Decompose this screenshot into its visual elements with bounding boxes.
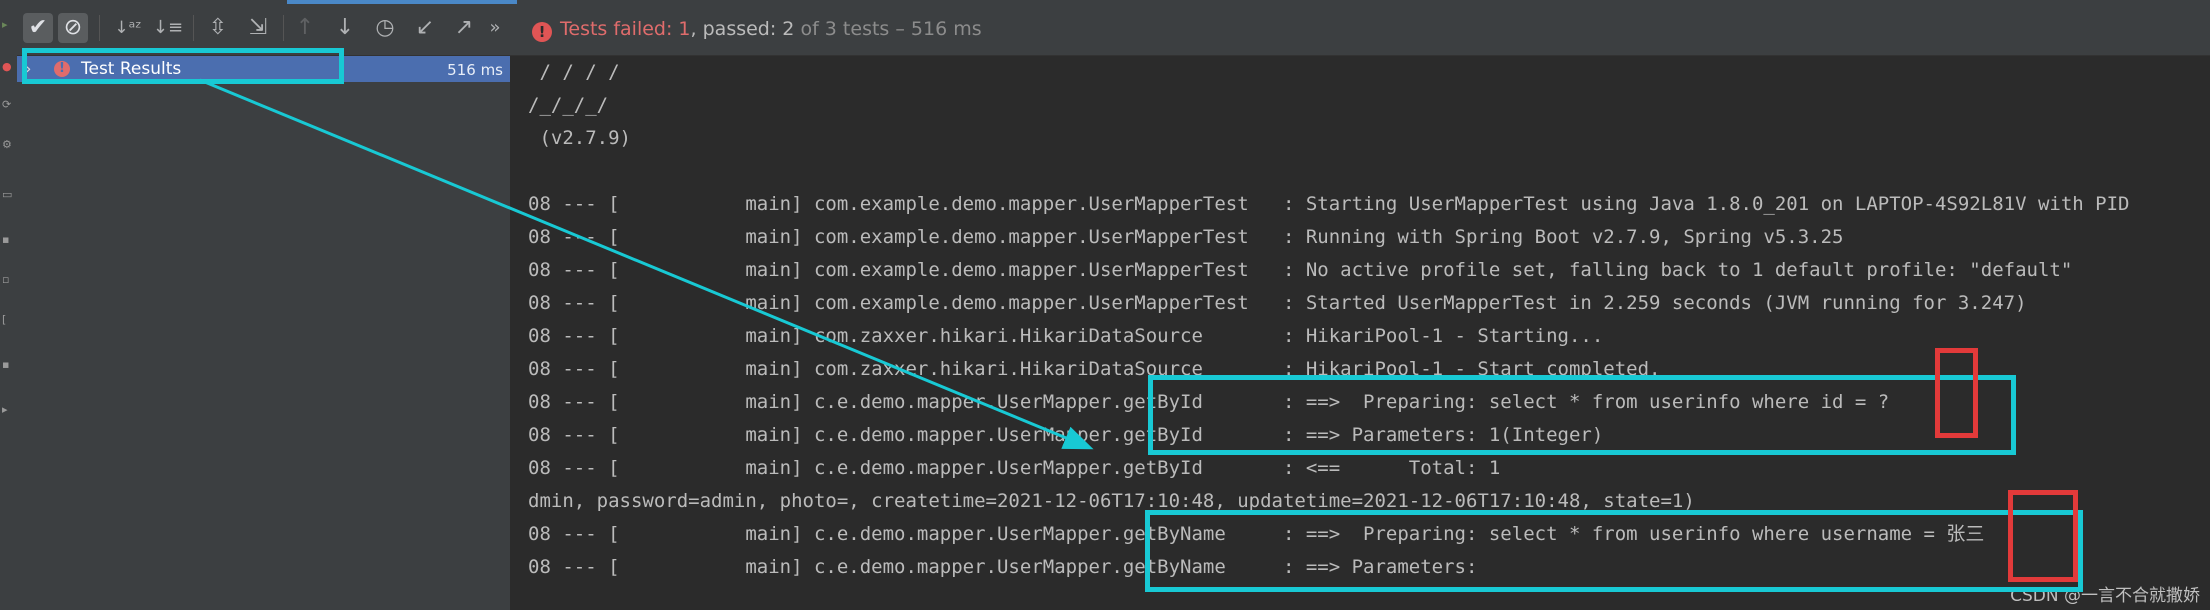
test-results-tree: › ! Test Results 516 ms bbox=[17, 56, 511, 610]
sort-alphabetically-button[interactable]: ↓ᵃᶻ bbox=[113, 13, 143, 43]
watermark: CSDN @一言不合就撒娇 bbox=[2010, 586, 2200, 606]
console-line: 08 --- [ main] com.example.demo.mapper.U… bbox=[528, 259, 2073, 281]
more-actions-button[interactable]: » bbox=[485, 13, 505, 43]
console-line: 08 --- [ main] com.example.demo.mapper.U… bbox=[528, 226, 1844, 248]
settings-icon[interactable]: ⚙ bbox=[2, 139, 12, 150]
active-tab-indicator bbox=[287, 0, 517, 4]
expand-all-button[interactable]: ⇳ bbox=[203, 13, 233, 43]
show-passed-button[interactable]: ✔ bbox=[23, 13, 53, 43]
console-line: 08 --- [ main] c.e.demo.mapper.UserMappe… bbox=[528, 424, 1604, 446]
console-line: (v2.7.9) bbox=[528, 127, 631, 149]
tests-total-text: of 3 tests – 516 ms bbox=[794, 18, 982, 40]
console-line: / / / / bbox=[528, 61, 620, 83]
pin-icon[interactable]: ▪ bbox=[2, 359, 12, 370]
console-line: dmin, password=admin, photo=, createtime… bbox=[528, 490, 1695, 512]
test-history-button[interactable]: ◷ bbox=[370, 13, 400, 43]
rerun-icon[interactable]: ⟳ bbox=[2, 99, 12, 110]
console-line: 08 --- [ main] com.example.demo.mapper.U… bbox=[528, 292, 2027, 314]
collapse-all-button[interactable]: ⇲ bbox=[243, 13, 273, 43]
tests-passed-text: , passed: 2 bbox=[690, 18, 795, 40]
console-line: 08 --- [ main] com.zaxxer.hikari.HikariD… bbox=[528, 358, 1661, 380]
console-line: /_/_/_/ bbox=[528, 94, 609, 116]
tree-item-label: Test Results bbox=[81, 59, 182, 79]
toolbar-separator bbox=[193, 15, 194, 41]
print-icon[interactable]: ▫ bbox=[2, 274, 12, 285]
toolbar-separator bbox=[99, 15, 100, 41]
export-results-button[interactable]: ↗ bbox=[449, 13, 479, 43]
expand-icon[interactable]: ▸ bbox=[2, 404, 12, 415]
left-tool-gutter: ▸ ● ⟳ ⚙ ▭ ▪ ▫ [ ▪ ▸ bbox=[0, 0, 18, 610]
import-tests-button[interactable]: ↙ bbox=[410, 13, 440, 43]
toolbar-separator bbox=[283, 15, 284, 41]
console-output[interactable]: / / / / /_/_/_/ (v2.7.9) 08 --- [ main] … bbox=[511, 56, 2210, 610]
run-icon[interactable]: ▸ bbox=[2, 19, 12, 30]
show-ignored-button[interactable]: ⊘ bbox=[58, 13, 88, 43]
console-line: 08 --- [ main] c.e.demo.mapper.UserMappe… bbox=[528, 556, 1478, 578]
layout-icon[interactable]: ▭ bbox=[2, 189, 12, 200]
test-status-summary: ! Tests failed: 1, passed: 2 of 3 tests –… bbox=[532, 16, 982, 42]
filter-icon[interactable]: ▪ bbox=[2, 234, 12, 245]
stop-icon[interactable]: ● bbox=[2, 61, 12, 72]
previous-failed-test-button[interactable]: ↑ bbox=[290, 13, 320, 43]
tree-item-test-results[interactable]: › ! Test Results 516 ms bbox=[17, 56, 510, 82]
tests-failed-text: Tests failed: 1 bbox=[560, 18, 691, 40]
test-runner-toolbar: ✔ ⊘ ↓ᵃᶻ ↓≡ ⇳ ⇲ ↑ ↓ ◷ ↙ ↗ » ! Tests failed… bbox=[17, 0, 2210, 56]
tree-item-duration: 516 ms bbox=[447, 61, 503, 79]
console-line: 08 --- [ main] c.e.demo.mapper.UserMappe… bbox=[528, 457, 1501, 479]
error-icon: ! bbox=[532, 22, 552, 42]
chevron-right-icon[interactable]: › bbox=[25, 56, 31, 82]
console-line: 08 --- [ main] c.e.demo.mapper.UserMappe… bbox=[528, 391, 1890, 413]
wrap-icon[interactable]: [ bbox=[2, 314, 12, 325]
test-failed-icon: ! bbox=[54, 61, 70, 77]
next-failed-test-button[interactable]: ↓ bbox=[330, 13, 360, 43]
console-line: 08 --- [ main] c.e.demo.mapper.UserMappe… bbox=[528, 523, 1985, 545]
console-line: 08 --- [ main] com.example.demo.mapper.U… bbox=[528, 193, 2130, 215]
sort-by-duration-button[interactable]: ↓≡ bbox=[153, 13, 183, 43]
console-line: 08 --- [ main] com.zaxxer.hikari.HikariD… bbox=[528, 325, 1604, 347]
